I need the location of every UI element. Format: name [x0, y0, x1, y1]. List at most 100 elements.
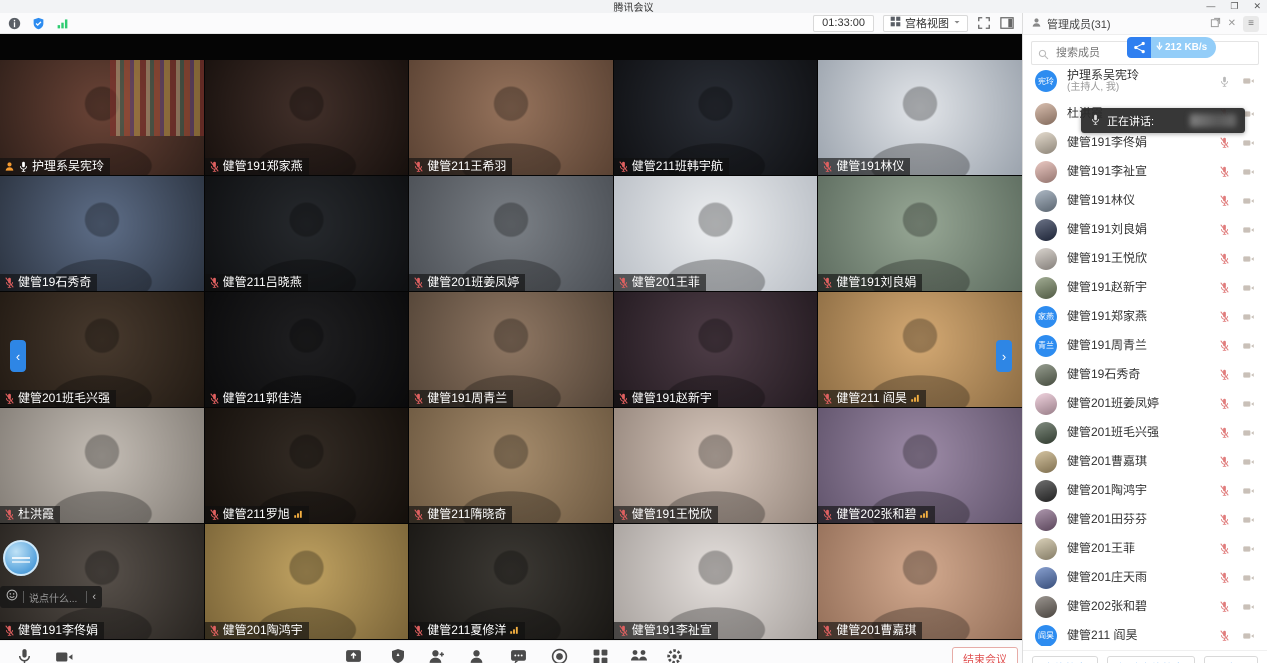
maximize-button[interactable]: ❐ [1230, 1, 1238, 12]
view-mode-selector[interactable]: 宫格视图 [883, 15, 968, 32]
popout-panel-icon[interactable] [1210, 17, 1221, 31]
member-row[interactable]: 健管201田芬芬 [1023, 505, 1267, 534]
camera-icon[interactable] [1242, 137, 1255, 149]
mic-muted-icon[interactable] [1219, 282, 1230, 293]
camera-icon[interactable] [1242, 195, 1255, 207]
mic-muted-icon[interactable] [1219, 543, 1230, 554]
record-button[interactable] [551, 648, 568, 663]
video-tile[interactable]: 健管211罗旭 [205, 408, 409, 523]
settings-button[interactable] [666, 648, 683, 663]
video-tile[interactable]: 健管211 阎昊 [818, 292, 1022, 407]
video-tile[interactable]: 健管201王菲 [614, 176, 818, 291]
camera-icon[interactable] [1242, 456, 1255, 468]
camera-icon[interactable] [1242, 282, 1255, 294]
chat-button[interactable] [510, 648, 527, 663]
mic-muted-icon[interactable] [1219, 311, 1230, 322]
video-tile[interactable]: 健管211郭佳浩 [205, 292, 409, 407]
member-row[interactable]: 健管202张和碧 [1023, 592, 1267, 621]
mic-muted-icon[interactable] [1219, 224, 1230, 235]
mic-muted-icon[interactable] [1219, 514, 1230, 525]
video-tile[interactable]: 健管191李佟娟 [0, 524, 204, 639]
member-row[interactable]: 健管191王悦欣 [1023, 244, 1267, 273]
video-tile[interactable]: 健管19石秀奇 [0, 176, 204, 291]
member-row[interactable]: 健管201班姜凤婷 [1023, 389, 1267, 418]
fullscreen-icon[interactable] [977, 16, 991, 30]
video-tile[interactable]: 健管191刘良娟 [818, 176, 1022, 291]
video-tile[interactable]: 健管191周青兰 [409, 292, 613, 407]
camera-icon[interactable] [1242, 340, 1255, 352]
camera-icon[interactable] [1242, 253, 1255, 265]
more-button[interactable]: 更多 [1204, 656, 1258, 663]
share-screen-button[interactable] [345, 648, 362, 663]
chat-input-placeholder[interactable]: 说点什么... [29, 590, 81, 605]
camera-icon[interactable] [1242, 427, 1255, 439]
invite-button[interactable] [428, 648, 445, 663]
mic-muted-icon[interactable] [1219, 398, 1230, 409]
member-row[interactable]: 健管201班毛兴强 [1023, 418, 1267, 447]
video-tile[interactable]: 健管191林仪 [818, 60, 1022, 175]
video-tile[interactable]: 健管191赵新宇 [614, 292, 818, 407]
security-button[interactable] [390, 648, 406, 663]
collapse-chat-icon[interactable]: ‹ [92, 591, 96, 603]
member-row[interactable]: 健管191刘良娟 [1023, 215, 1267, 244]
member-row[interactable]: 健管201陶鸿宇 [1023, 476, 1267, 505]
info-icon[interactable] [8, 17, 21, 30]
mic-muted-icon[interactable] [1219, 630, 1230, 641]
mic-muted-icon[interactable] [1219, 166, 1230, 177]
network-signal-icon[interactable] [56, 17, 69, 30]
member-row[interactable]: 健管201曹嘉琪 [1023, 447, 1267, 476]
video-tile[interactable]: 健管211吕晓燕 [205, 176, 409, 291]
camera-icon[interactable] [1242, 485, 1255, 497]
mic-muted-icon[interactable] [1219, 456, 1230, 467]
member-row[interactable]: 家燕健管191郑家燕 [1023, 302, 1267, 331]
video-tile[interactable]: 健管191郑家燕 [205, 60, 409, 175]
close-panel-icon[interactable]: ✕ [1228, 18, 1236, 29]
camera-icon[interactable] [1242, 369, 1255, 381]
mic-muted-icon[interactable] [1219, 253, 1230, 264]
video-tile[interactable]: 健管191王悦欣 [614, 408, 818, 523]
close-button[interactable]: ✕ [1253, 1, 1261, 12]
video-tile[interactable]: 杜洪霞 [0, 408, 204, 523]
camera-icon[interactable] [1242, 224, 1255, 236]
camera-icon[interactable] [1242, 514, 1255, 526]
mute-all-button[interactable]: 全体静音 [1032, 656, 1098, 663]
end-meeting-button[interactable]: 结束会议 [952, 647, 1018, 663]
previous-page-arrow[interactable]: ‹ [10, 340, 26, 372]
camera-icon[interactable] [1242, 398, 1255, 410]
participants-button[interactable] [468, 648, 485, 663]
mic-muted-icon[interactable] [1219, 601, 1230, 612]
apps-button[interactable] [592, 648, 609, 663]
unmute-all-button[interactable]: 解除全体静音 [1107, 656, 1195, 663]
mic-muted-icon[interactable] [1219, 340, 1230, 351]
video-tile[interactable]: 护理系吴宪玲 [0, 60, 204, 175]
member-row[interactable]: 健管191林仪 [1023, 186, 1267, 215]
security-shield-icon[interactable] [32, 17, 45, 30]
video-tile[interactable]: 健管202张和碧 [818, 408, 1022, 523]
emoji-icon[interactable] [6, 588, 18, 606]
mic-toggle-button[interactable] [16, 648, 33, 663]
camera-icon[interactable] [1242, 572, 1255, 584]
video-tile[interactable]: 健管211夏修洋 [409, 524, 613, 639]
layout-panel-icon[interactable] [1000, 16, 1014, 30]
mic-muted-icon[interactable] [1219, 137, 1230, 148]
quick-chat-bar[interactable]: 说点什么... ‹ [0, 586, 102, 608]
video-tile[interactable]: 健管201陶鸿宇 [205, 524, 409, 639]
video-tile[interactable]: 健管201班毛兴强 [0, 292, 204, 407]
next-page-arrow[interactable]: › [996, 340, 1012, 372]
video-tile[interactable]: 健管201曹嘉琪 [818, 524, 1022, 639]
mic-muted-icon[interactable] [1219, 572, 1230, 583]
member-row[interactable]: 健管201庄天雨 [1023, 563, 1267, 592]
camera-icon[interactable] [1242, 311, 1255, 323]
member-row[interactable]: 健管19石秀奇 [1023, 360, 1267, 389]
member-row[interactable]: 健管191赵新宇 [1023, 273, 1267, 302]
video-tile[interactable]: 健管191李祉宣 [614, 524, 818, 639]
camera-icon[interactable] [1242, 75, 1255, 87]
member-row[interactable]: 健管191李祉宣 [1023, 157, 1267, 186]
panel-menu-icon[interactable]: ≡ [1243, 16, 1259, 32]
mic-muted-icon[interactable] [1219, 195, 1230, 206]
camera-toggle-button[interactable] [55, 648, 73, 663]
camera-icon[interactable] [1242, 166, 1255, 178]
breakout-rooms-button[interactable] [630, 648, 648, 663]
video-tile[interactable]: 健管201班姜凤婷 [409, 176, 613, 291]
member-row[interactable]: 阎昊健管211 阎昊 [1023, 621, 1267, 646]
